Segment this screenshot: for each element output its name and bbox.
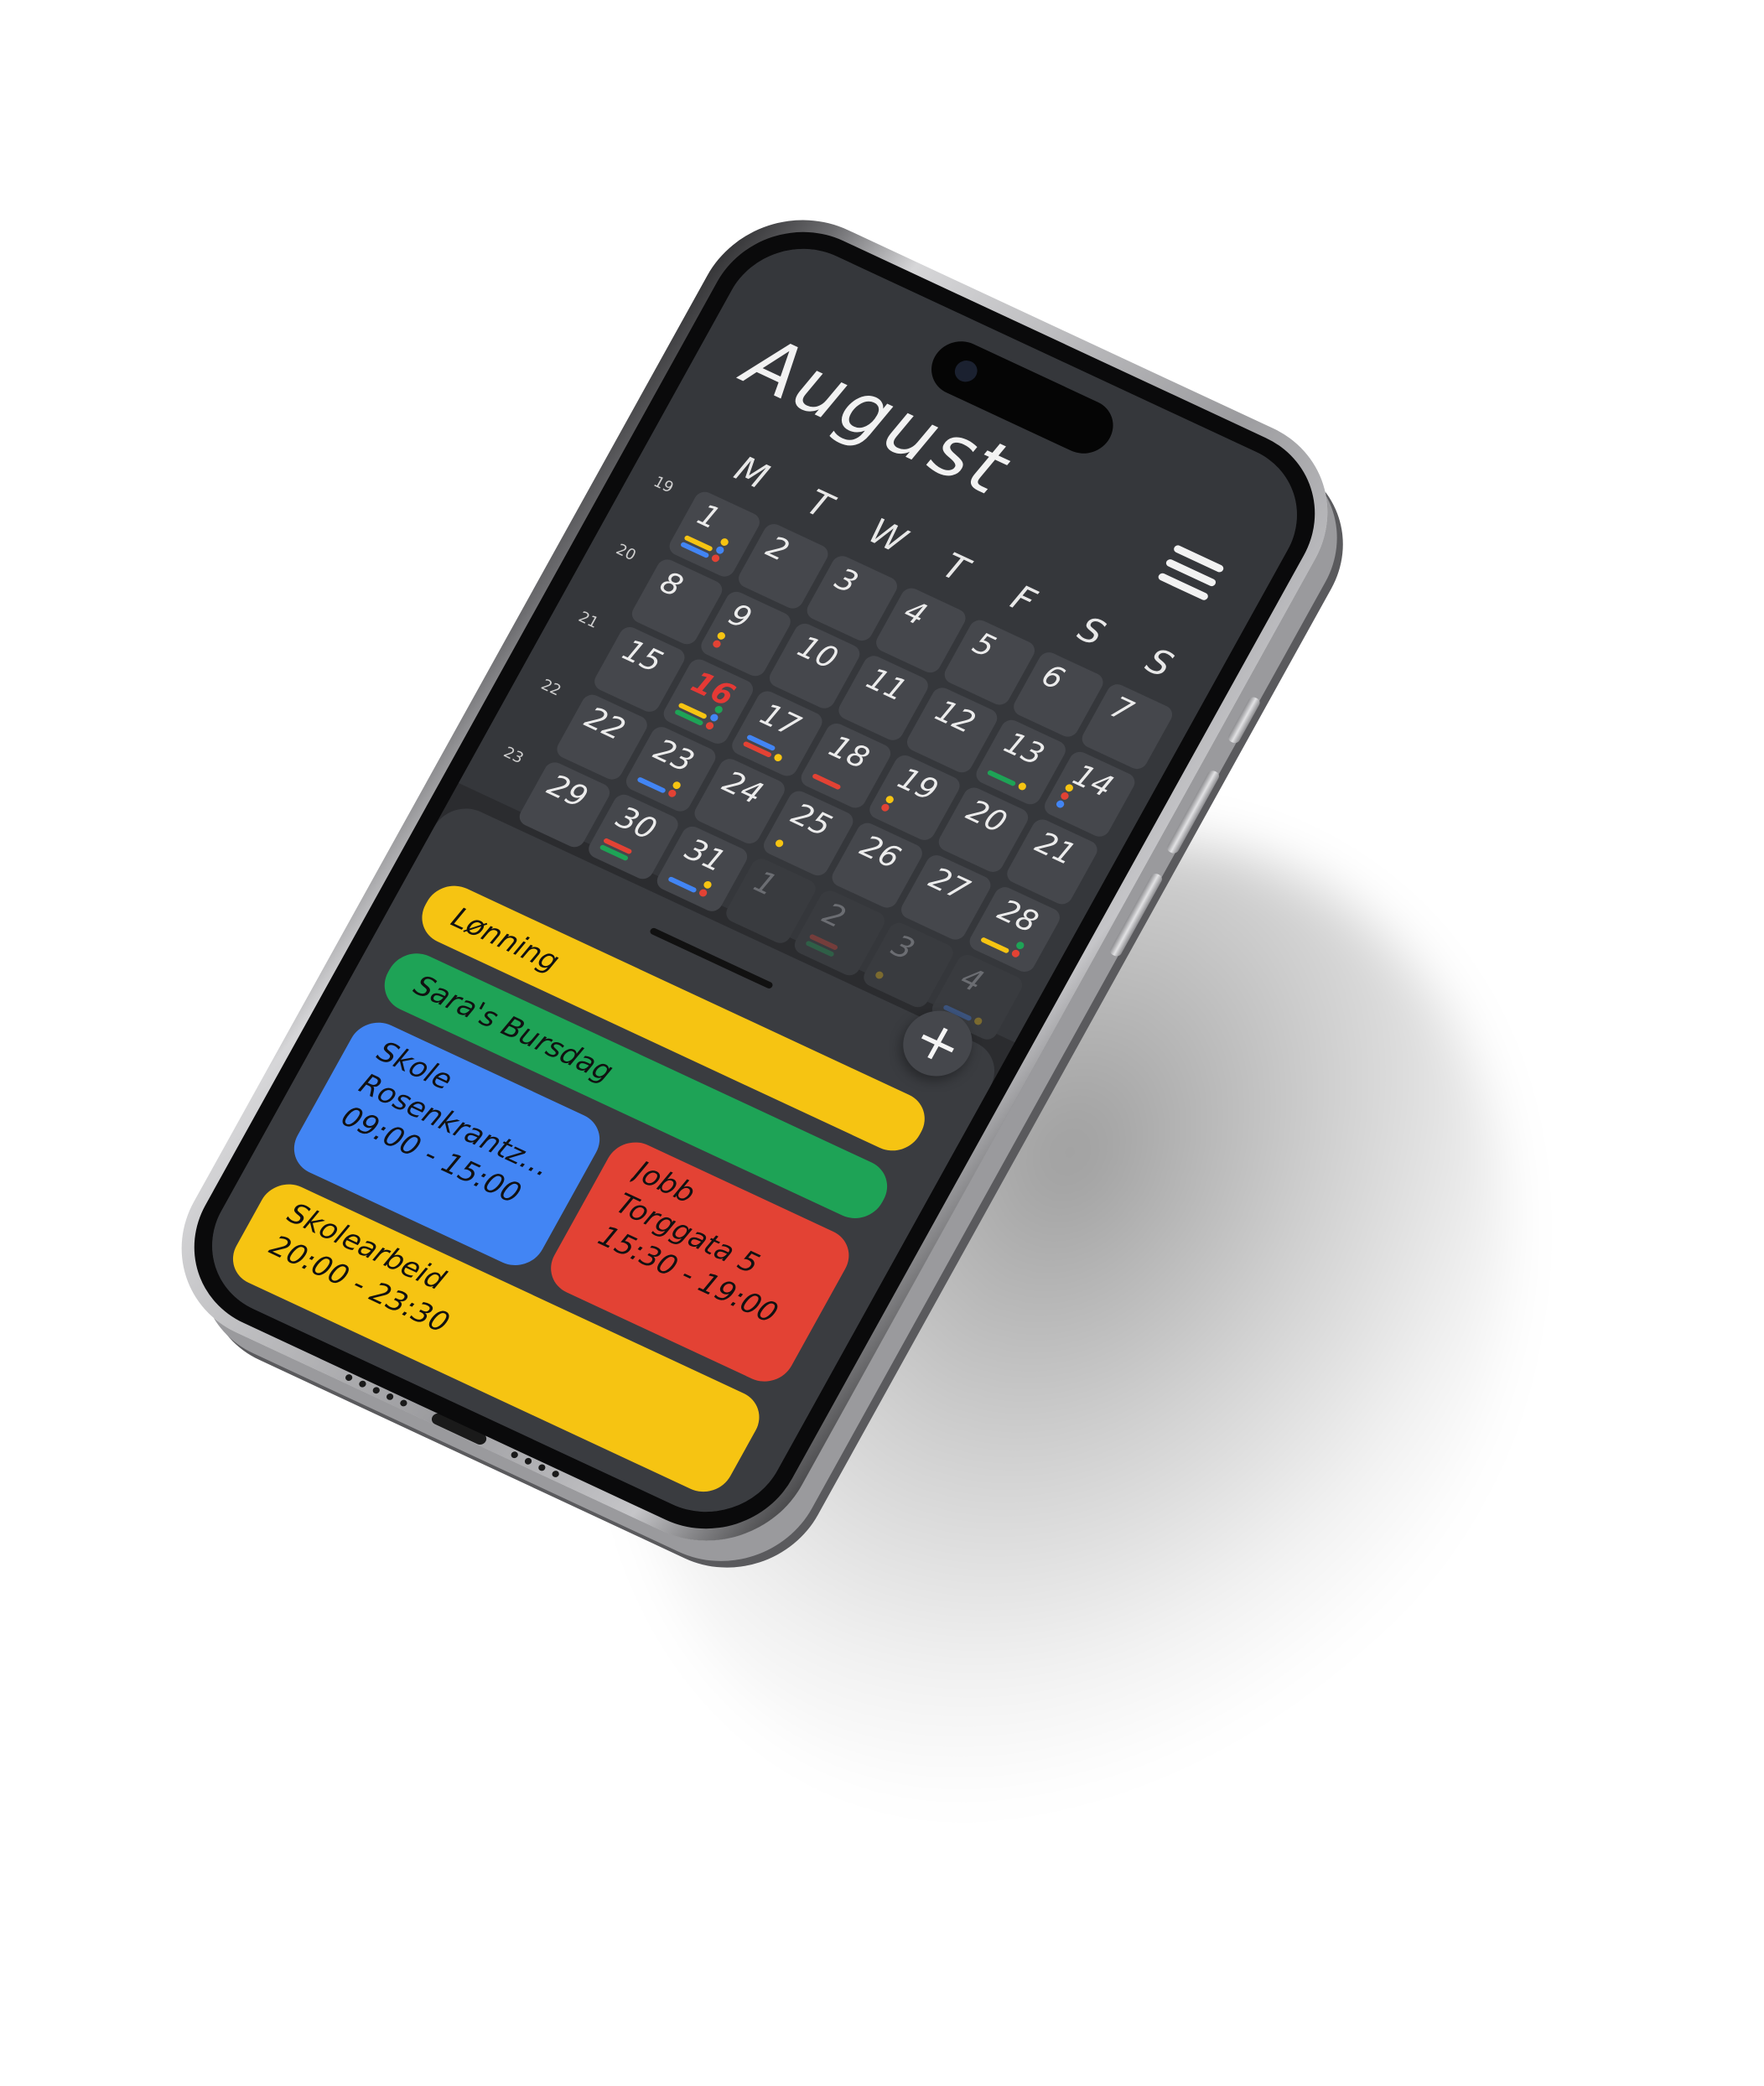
event-dot <box>1014 940 1026 951</box>
event-markers <box>679 523 730 563</box>
event-dot <box>703 720 715 731</box>
event-dot <box>667 788 677 798</box>
day-number: 24 <box>716 765 769 812</box>
day-number: 8 <box>654 565 688 605</box>
week-number: 22 <box>537 676 564 700</box>
day-number: 6 <box>1035 658 1071 697</box>
event-markers <box>805 933 839 957</box>
day-number: 29 <box>542 768 594 815</box>
event-dot <box>715 630 727 641</box>
menu-icon[interactable] <box>1157 543 1225 602</box>
event-dot <box>714 545 726 556</box>
event-dot <box>702 880 713 890</box>
event-markers <box>711 630 727 649</box>
day-number: 3 <box>829 562 864 601</box>
weekday-label: S <box>1139 640 1180 686</box>
event-bar <box>636 776 667 794</box>
day-number: 4 <box>898 594 932 633</box>
day-number: 27 <box>923 861 975 908</box>
event-bar <box>980 937 1010 954</box>
day-number: 10 <box>791 630 843 677</box>
event-markers <box>879 794 895 813</box>
day-number: 22 <box>578 700 631 748</box>
day-number: 15 <box>616 633 668 680</box>
day-number: 25 <box>786 797 838 844</box>
event-dot <box>874 970 885 980</box>
day-number: 4 <box>954 961 989 999</box>
event-bar <box>986 769 1017 787</box>
event-markers <box>1055 783 1075 810</box>
event-dot <box>671 780 682 791</box>
day-number: 2 <box>760 530 795 568</box>
day-number: 12 <box>929 693 981 741</box>
week-number: 20 <box>613 540 640 565</box>
event-markers <box>986 767 1028 791</box>
day-number: 26 <box>854 829 906 876</box>
day-number: 1 <box>748 864 782 904</box>
day-number: 14 <box>1066 758 1119 805</box>
event-dot <box>710 553 721 563</box>
drag-handle[interactable] <box>649 926 774 990</box>
camera-icon <box>951 356 982 386</box>
week-number: 21 <box>575 608 602 632</box>
event-markers <box>599 837 633 862</box>
week-number: 23 <box>500 743 527 768</box>
event-markers <box>874 970 885 980</box>
event-markers <box>774 838 785 848</box>
event-dot <box>1060 791 1071 802</box>
event-bar <box>811 772 842 791</box>
day-number: 30 <box>610 800 662 848</box>
action-button <box>1226 695 1262 745</box>
event-dot <box>1010 948 1022 959</box>
day-number: 2 <box>817 896 852 936</box>
day-number: 21 <box>1029 825 1082 873</box>
stage: August M T W T F S S 19 20 21 22 23 12345678… <box>0 0 1764 2086</box>
event-dot <box>698 888 709 898</box>
event-dot <box>879 802 891 813</box>
day-number: 5 <box>967 626 1001 665</box>
event-bar <box>667 875 698 894</box>
day-number: 20 <box>960 793 1013 840</box>
event-dot <box>1016 781 1028 791</box>
day-number: 3 <box>885 928 921 968</box>
day-number: 19 <box>891 761 944 808</box>
day-number: 7 <box>1104 690 1139 729</box>
week-number: 19 <box>650 473 677 497</box>
event-dot <box>885 794 895 805</box>
event-dot <box>711 639 722 649</box>
day-number: 13 <box>998 726 1051 773</box>
event-markers <box>811 772 842 791</box>
day-number: 17 <box>754 697 807 745</box>
event-dot <box>719 537 730 547</box>
event-dot <box>973 1016 984 1026</box>
event-dot <box>772 752 784 763</box>
day-number: 9 <box>723 597 757 636</box>
event-dot <box>708 712 719 723</box>
day-number: 18 <box>822 729 875 776</box>
day-number: 11 <box>860 662 912 708</box>
event-dot <box>774 838 785 848</box>
event-dot <box>1055 799 1066 810</box>
